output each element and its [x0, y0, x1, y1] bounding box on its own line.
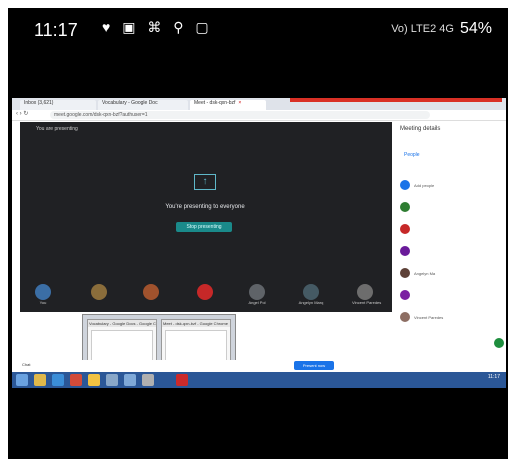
avatar [400, 268, 410, 278]
start-icon[interactable] [16, 374, 28, 386]
media-icon[interactable] [70, 374, 82, 386]
participant-name: Vincent Paredes [352, 300, 382, 305]
pdf-icon[interactable] [176, 374, 188, 386]
participant-tile[interactable] [138, 284, 164, 300]
taskbar-clock: 11:17 [487, 374, 500, 380]
preview-caption: Vocabulary - Google Docs - Google Chrome [88, 320, 156, 327]
present-now-button[interactable]: Present now [294, 361, 334, 370]
status-bar: 11:17 ♥ ▣ ⌘ ⚲ ▢ Vo) LTE2 4G 54% [8, 8, 508, 50]
app-icon[interactable] [142, 374, 154, 386]
preview-caption: Meet - dsk-qxn-bzf - Google Chrome [162, 320, 230, 327]
meeting-side-panel: Meeting details People Add people Angelyn… [394, 122, 506, 362]
meet-main: You are presenting ↑ You're presenting t… [20, 122, 392, 312]
ie-icon[interactable] [52, 374, 64, 386]
participant-name: Angelyn Marq [298, 300, 324, 305]
chat-icon[interactable] [494, 338, 504, 348]
participant-row-name: Angelyn Ma [414, 270, 436, 276]
tab-people[interactable]: People [404, 152, 420, 158]
avatar [400, 202, 410, 212]
participant-tile[interactable]: Angelyn Marq [298, 284, 324, 305]
participant-name: You [39, 300, 47, 305]
battery-level: 54% [459, 20, 492, 37]
avatar [35, 284, 51, 300]
address-bar: ‹ › ↻ meet.google.com/dsk-qxn-bzf?authus… [12, 110, 506, 121]
signal-icon: Vo) LTE2 4G [391, 23, 454, 35]
participant-row[interactable]: Add people [400, 180, 434, 190]
participant-tile[interactable]: Angel Pol [244, 284, 270, 305]
chat-label[interactable]: Chat [22, 362, 30, 367]
avatar [400, 180, 410, 190]
avatar [303, 284, 319, 300]
browser-tab-docs[interactable]: Vocabulary - Google Doc [98, 100, 188, 110]
recording-indicator [290, 98, 502, 102]
side-panel-title: Meeting details [400, 126, 441, 132]
preview-body [165, 330, 227, 362]
avatar [400, 246, 410, 256]
avatar [357, 284, 373, 300]
notification-icons: ♥ ▣ ⌘ ⚲ ▢ [102, 19, 213, 35]
browser-tab-meet[interactable]: Meet - dsk-qxn-bzf × [190, 100, 266, 110]
status-time: 11:17 [34, 20, 78, 40]
avatar [400, 312, 410, 322]
avatar [400, 224, 410, 234]
participant-tile[interactable] [86, 284, 112, 300]
participant-row[interactable]: Vincent Paredes [400, 312, 443, 322]
browser-tab-bar: Inbox (3,621) Vocabulary - Google Doc Me… [12, 98, 506, 110]
tab-label: Inbox (3,621) [24, 100, 54, 106]
presenting-label: You are presenting [36, 126, 78, 132]
avatar [91, 284, 107, 300]
browser-tab-inbox[interactable]: Inbox (3,621) [20, 100, 96, 110]
participant-row[interactable] [400, 202, 414, 212]
participant-tile[interactable] [192, 284, 218, 300]
participant-tile[interactable]: Vincent Paredes [352, 284, 382, 305]
app-icon[interactable] [106, 374, 118, 386]
meet-bottom-bar: Chat Present now [12, 360, 506, 372]
stop-presenting-button[interactable]: Stop presenting [176, 222, 232, 232]
presenting-message: You're presenting to everyone [165, 204, 245, 210]
preview-body [91, 330, 153, 362]
close-icon[interactable]: × [238, 100, 241, 106]
participant-name: Angel Pol [248, 300, 266, 305]
present-screen-icon: ↑ [194, 174, 216, 190]
participant-row[interactable] [400, 290, 414, 300]
explorer-icon[interactable] [34, 374, 46, 386]
participant-row[interactable]: Angelyn Ma [400, 268, 435, 278]
tab-label: Meet - dsk-qxn-bzf [194, 100, 236, 106]
url-field[interactable]: meet.google.com/dsk-qxn-bzf?authuser=1 [50, 111, 430, 119]
participant-row[interactable] [400, 224, 414, 234]
avatar [143, 284, 159, 300]
participant-row[interactable] [400, 246, 414, 256]
participant-row-name: Add people [414, 182, 435, 188]
app-icon[interactable] [124, 374, 136, 386]
phone-frame: 11:17 ♥ ▣ ⌘ ⚲ ▢ Vo) LTE2 4G 54% Inbox (3… [8, 8, 508, 459]
status-right: Vo) LTE2 4G 54% [391, 20, 492, 38]
chrome-icon[interactable] [88, 374, 100, 386]
avatar [197, 284, 213, 300]
participant-tile[interactable]: You [30, 284, 56, 305]
avatar [249, 284, 265, 300]
tab-label: Vocabulary - Google Doc [102, 100, 158, 106]
nav-arrows-icon[interactable]: ‹ › ↻ [16, 110, 28, 117]
laptop-screen: Inbox (3,621) Vocabulary - Google Doc Me… [12, 98, 506, 388]
windows-taskbar: 11:17 [12, 372, 506, 388]
participant-row-name: Vincent Paredes [414, 314, 444, 320]
avatar [400, 290, 410, 300]
